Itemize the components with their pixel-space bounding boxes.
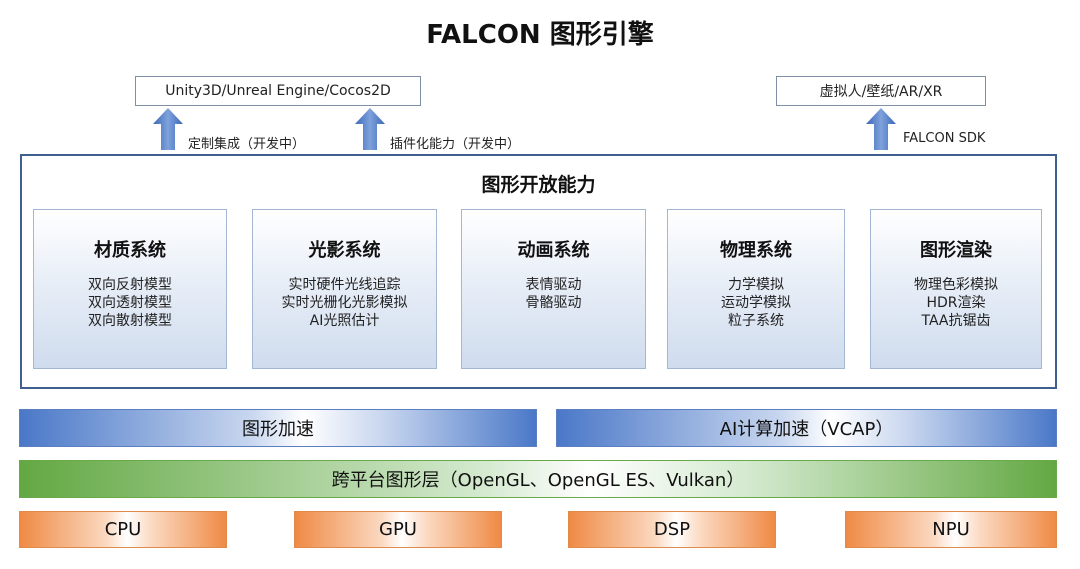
module-item: HDR渲染 [926, 295, 986, 311]
arrow-up-icon [866, 108, 896, 150]
module-item: 运动学模拟 [721, 295, 791, 311]
module-rendering: 图形渲染 物理色彩模拟 HDR渲染 TAA抗锯齿 [870, 209, 1042, 369]
hardware-gpu: GPU [294, 511, 502, 548]
graphics-acceleration-bar: 图形加速 [19, 409, 537, 447]
module-item: 表情驱动 [525, 277, 582, 293]
module-item: AI光照估计 [309, 313, 380, 329]
custom-integration-label: 定制集成（开发中） [188, 137, 306, 152]
hardware-cpu: CPU [19, 511, 227, 548]
module-item: 双向反射模型 [88, 277, 172, 293]
ai-acceleration-bar: AI计算加速（VCAP） [556, 409, 1057, 447]
cross-platform-layer-bar: 跨平台图形层（OpenGL、OpenGL ES、Vulkan） [19, 460, 1057, 498]
falcon-sdk-label: FALCON SDK [903, 131, 986, 146]
sdk-targets-box: 虚拟人/壁纸/AR/XR [776, 76, 986, 106]
module-item: 粒子系统 [728, 313, 784, 329]
arrow-up-icon [153, 108, 183, 150]
diagram-title: FALCON 图形引擎 [426, 20, 654, 50]
module-material: 材质系统 双向反射模型 双向透射模型 双向散射模型 [33, 209, 227, 369]
module-item: TAA抗锯齿 [921, 313, 991, 329]
module-title: 光影系统 [308, 240, 381, 261]
module-item: 实时硬件光线追踪 [288, 277, 401, 293]
module-item: 物理色彩模拟 [914, 277, 998, 293]
module-item: 骨骼驱动 [525, 295, 582, 311]
module-title: 动画系统 [517, 240, 590, 261]
module-item: 力学模拟 [728, 277, 784, 293]
module-lighting: 光影系统 实时硬件光线追踪 实时光栅化光影模拟 AI光照估计 [252, 209, 437, 369]
module-title: 物理系统 [720, 240, 792, 261]
module-physics: 物理系统 力学模拟 运动学模拟 粒子系统 [667, 209, 845, 369]
arrow-up-icon [355, 108, 385, 150]
module-item: 双向散射模型 [88, 313, 172, 329]
module-animation: 动画系统 表情驱动 骨骼驱动 [461, 209, 646, 369]
hardware-dsp: DSP [568, 511, 776, 548]
module-title: 图形渲染 [920, 240, 992, 261]
engines-box: Unity3D/Unreal Engine/Cocos2D [135, 76, 421, 106]
plugin-capability-label: 插件化能力（开发中） [390, 137, 521, 152]
module-title: 材质系统 [94, 240, 166, 261]
module-item: 实时光栅化光影模拟 [281, 295, 408, 311]
module-item: 双向透射模型 [88, 295, 172, 311]
capabilities-title: 图形开放能力 [481, 174, 596, 196]
hardware-npu: NPU [845, 511, 1057, 548]
